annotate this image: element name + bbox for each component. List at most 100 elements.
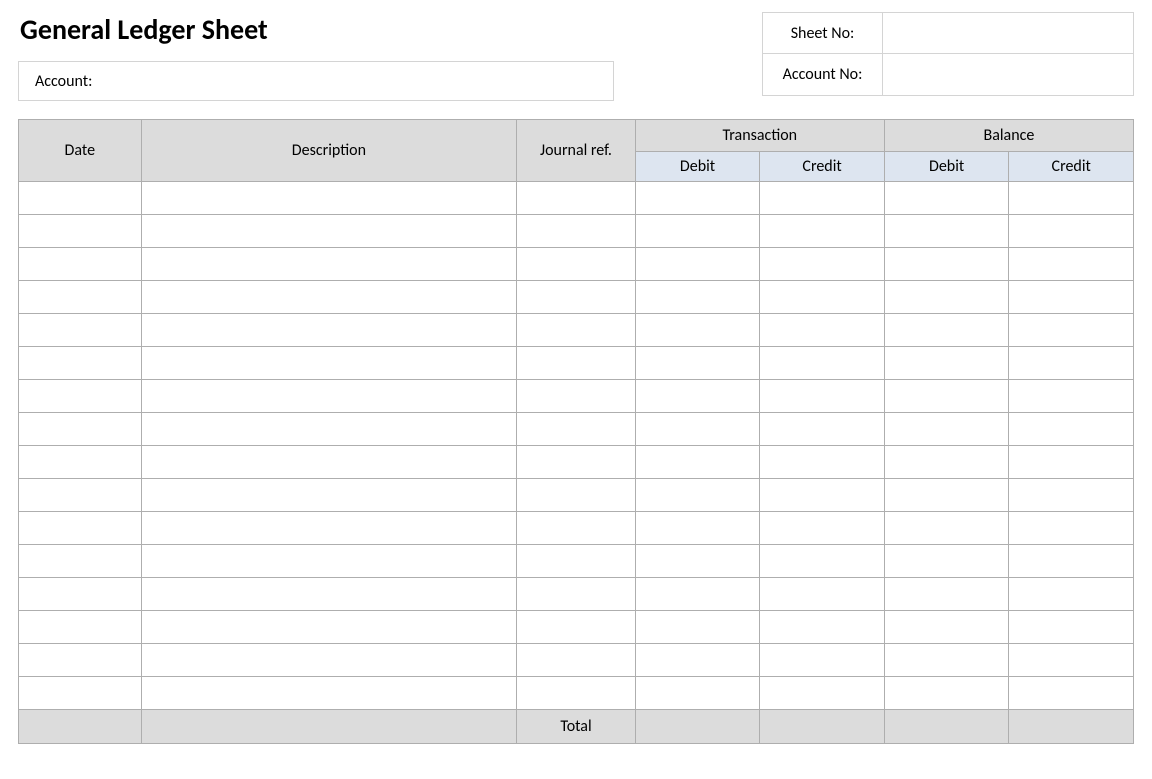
cell-t_debit[interactable]	[635, 314, 760, 347]
cell-b_debit[interactable]	[884, 347, 1009, 380]
cell-t_credit[interactable]	[760, 677, 885, 710]
sheet-no-value[interactable]	[883, 13, 1133, 53]
cell-t_debit[interactable]	[635, 611, 760, 644]
account-no-value[interactable]	[883, 54, 1133, 95]
cell-t_debit[interactable]	[635, 347, 760, 380]
cell-b_credit[interactable]	[1009, 281, 1134, 314]
cell-t_debit[interactable]	[635, 446, 760, 479]
cell-t_debit[interactable]	[635, 248, 760, 281]
cell-b_debit[interactable]	[884, 677, 1009, 710]
cell-t_credit[interactable]	[760, 479, 885, 512]
cell-b_credit[interactable]	[1009, 545, 1134, 578]
cell-b_credit[interactable]	[1009, 215, 1134, 248]
cell-b_credit[interactable]	[1009, 611, 1134, 644]
cell-journal_ref[interactable]	[517, 578, 636, 611]
cell-date[interactable]	[19, 182, 142, 215]
cell-description[interactable]	[141, 479, 517, 512]
cell-b_credit[interactable]	[1009, 182, 1134, 215]
cell-t_debit[interactable]	[635, 281, 760, 314]
cell-t_debit[interactable]	[635, 578, 760, 611]
cell-b_debit[interactable]	[884, 578, 1009, 611]
cell-b_debit[interactable]	[884, 512, 1009, 545]
cell-journal_ref[interactable]	[517, 182, 636, 215]
cell-b_debit[interactable]	[884, 248, 1009, 281]
cell-journal_ref[interactable]	[517, 248, 636, 281]
cell-b_credit[interactable]	[1009, 677, 1134, 710]
cell-t_credit[interactable]	[760, 512, 885, 545]
cell-b_credit[interactable]	[1009, 314, 1134, 347]
cell-description[interactable]	[141, 347, 517, 380]
cell-t_credit[interactable]	[760, 644, 885, 677]
cell-description[interactable]	[141, 413, 517, 446]
cell-b_credit[interactable]	[1009, 380, 1134, 413]
cell-date[interactable]	[19, 578, 142, 611]
cell-date[interactable]	[19, 479, 142, 512]
cell-journal_ref[interactable]	[517, 545, 636, 578]
cell-journal_ref[interactable]	[517, 347, 636, 380]
cell-t_debit[interactable]	[635, 215, 760, 248]
cell-description[interactable]	[141, 512, 517, 545]
cell-date[interactable]	[19, 512, 142, 545]
cell-b_credit[interactable]	[1009, 479, 1134, 512]
cell-b_credit[interactable]	[1009, 578, 1134, 611]
cell-date[interactable]	[19, 215, 142, 248]
cell-journal_ref[interactable]	[517, 512, 636, 545]
cell-date[interactable]	[19, 413, 142, 446]
cell-t_debit[interactable]	[635, 677, 760, 710]
cell-description[interactable]	[141, 182, 517, 215]
cell-b_debit[interactable]	[884, 281, 1009, 314]
cell-t_credit[interactable]	[760, 446, 885, 479]
cell-t_debit[interactable]	[635, 182, 760, 215]
cell-date[interactable]	[19, 380, 142, 413]
cell-description[interactable]	[141, 677, 517, 710]
cell-journal_ref[interactable]	[517, 413, 636, 446]
cell-t_credit[interactable]	[760, 347, 885, 380]
cell-t_debit[interactable]	[635, 479, 760, 512]
cell-t_debit[interactable]	[635, 413, 760, 446]
cell-date[interactable]	[19, 347, 142, 380]
cell-b_credit[interactable]	[1009, 248, 1134, 281]
cell-t_credit[interactable]	[760, 380, 885, 413]
cell-t_credit[interactable]	[760, 611, 885, 644]
cell-date[interactable]	[19, 248, 142, 281]
cell-t_debit[interactable]	[635, 512, 760, 545]
cell-date[interactable]	[19, 314, 142, 347]
cell-b_debit[interactable]	[884, 380, 1009, 413]
cell-t_credit[interactable]	[760, 314, 885, 347]
cell-t_credit[interactable]	[760, 545, 885, 578]
cell-date[interactable]	[19, 611, 142, 644]
cell-t_debit[interactable]	[635, 380, 760, 413]
cell-journal_ref[interactable]	[517, 611, 636, 644]
cell-date[interactable]	[19, 677, 142, 710]
cell-date[interactable]	[19, 446, 142, 479]
cell-b_debit[interactable]	[884, 545, 1009, 578]
cell-description[interactable]	[141, 248, 517, 281]
cell-description[interactable]	[141, 545, 517, 578]
cell-t_credit[interactable]	[760, 413, 885, 446]
cell-t_debit[interactable]	[635, 644, 760, 677]
cell-t_debit[interactable]	[635, 545, 760, 578]
cell-description[interactable]	[141, 215, 517, 248]
cell-description[interactable]	[141, 380, 517, 413]
cell-b_credit[interactable]	[1009, 446, 1134, 479]
cell-journal_ref[interactable]	[517, 446, 636, 479]
cell-b_debit[interactable]	[884, 314, 1009, 347]
cell-description[interactable]	[141, 611, 517, 644]
cell-t_credit[interactable]	[760, 215, 885, 248]
cell-description[interactable]	[141, 281, 517, 314]
cell-b_credit[interactable]	[1009, 512, 1134, 545]
cell-b_debit[interactable]	[884, 644, 1009, 677]
cell-description[interactable]	[141, 446, 517, 479]
cell-b_debit[interactable]	[884, 611, 1009, 644]
cell-journal_ref[interactable]	[517, 314, 636, 347]
cell-b_debit[interactable]	[884, 215, 1009, 248]
cell-t_credit[interactable]	[760, 578, 885, 611]
cell-date[interactable]	[19, 281, 142, 314]
cell-b_debit[interactable]	[884, 413, 1009, 446]
cell-t_credit[interactable]	[760, 182, 885, 215]
cell-description[interactable]	[141, 314, 517, 347]
cell-journal_ref[interactable]	[517, 380, 636, 413]
cell-b_credit[interactable]	[1009, 347, 1134, 380]
cell-journal_ref[interactable]	[517, 215, 636, 248]
cell-journal_ref[interactable]	[517, 644, 636, 677]
